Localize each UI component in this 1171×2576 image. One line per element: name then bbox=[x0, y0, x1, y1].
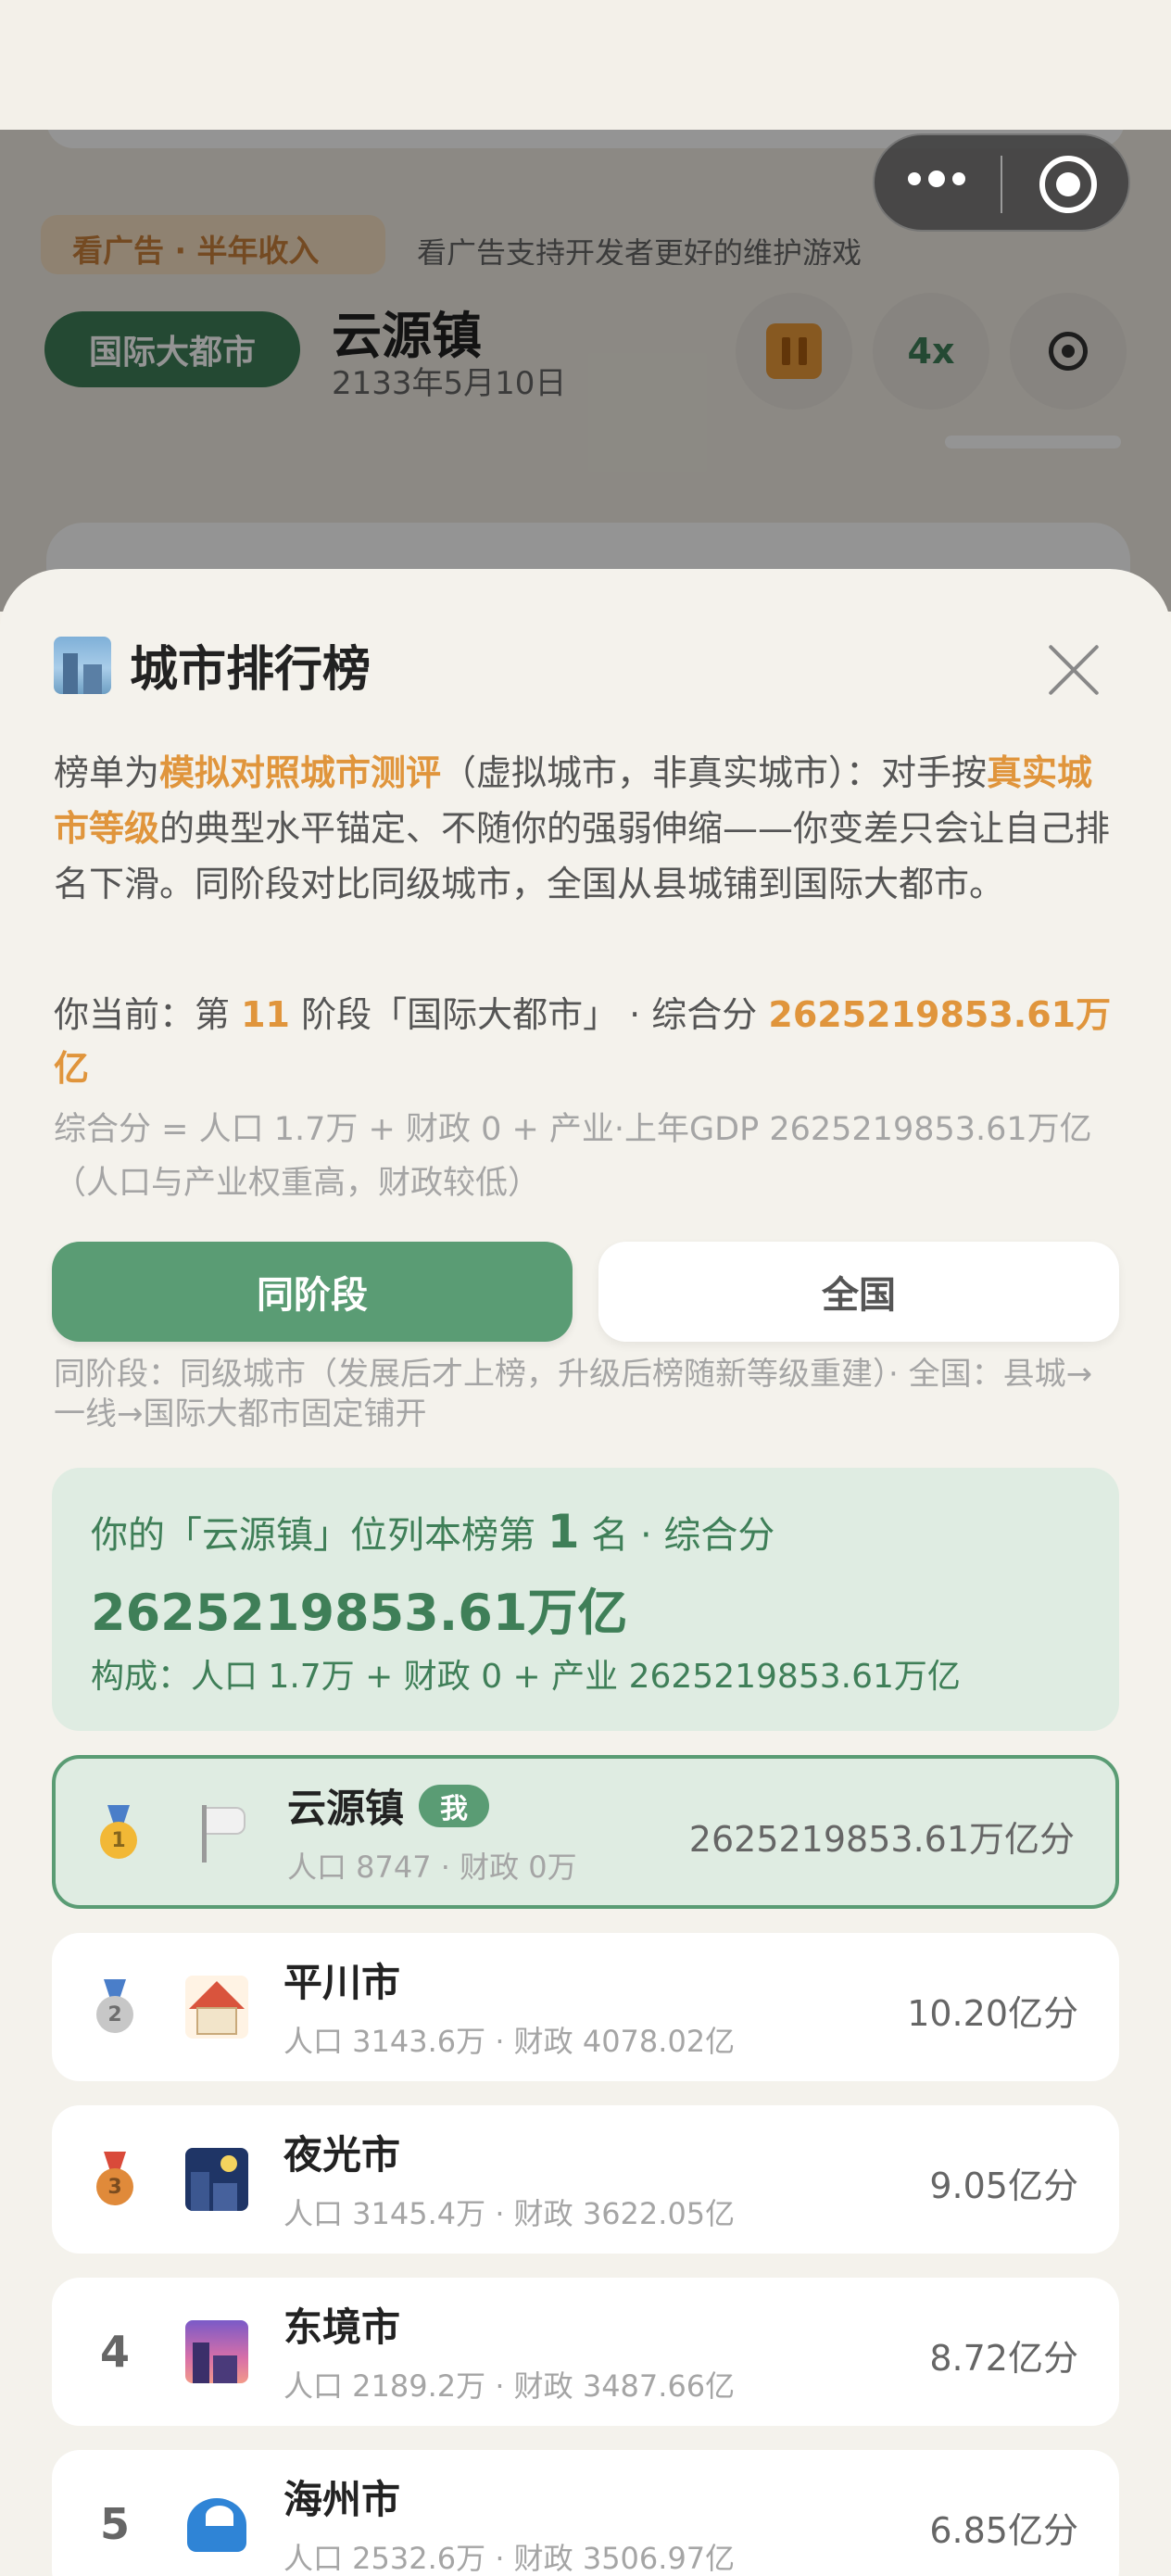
house-icon bbox=[185, 1976, 248, 2039]
city-score: 8.72亿分 bbox=[929, 2338, 1078, 2379]
rank-number: 5 bbox=[99, 2499, 130, 2549]
white-flag-icon bbox=[189, 1801, 252, 1864]
city-score: 2625219853.61万亿分 bbox=[688, 1819, 1075, 1860]
summary-prefix: 你的「云源镇」位列本榜第 bbox=[91, 1514, 548, 1557]
city-score: 9.05亿分 bbox=[929, 2166, 1078, 2206]
ranking-intro: 榜单为模拟对照城市测评（虚拟城市，非真实城市）：对手按真实城市等级的典型水平锚定… bbox=[54, 745, 1119, 912]
city-name: 云源镇我 bbox=[287, 1777, 490, 1834]
status-bar-area bbox=[0, 0, 1171, 130]
wave-icon bbox=[185, 2493, 248, 2556]
city-stats: 人口 3145.4万 · 财政 3622.05亿 bbox=[283, 2196, 736, 2231]
tab-hint: 同阶段：同级城市（发展后才上榜，升级后榜随新等级重建）· 全国：县城→一线→国际… bbox=[54, 1356, 1093, 1433]
formula-note: （人口与产业权重高，财政较低） bbox=[54, 1165, 541, 1202]
miniprogram-capsule bbox=[873, 133, 1130, 232]
dusk-city-icon bbox=[185, 2320, 248, 2383]
target-circle-icon[interactable] bbox=[1039, 156, 1097, 213]
city-name: 海州市 bbox=[283, 2477, 401, 2522]
score-formula: 综合分 = 人口 1.7万 + 财政 0 + 产业·上年GDP 26252198… bbox=[54, 1103, 1119, 1210]
city-name: 夜光市 bbox=[283, 2132, 401, 2178]
rank-summary-card: 你的「云源镇」位列本榜第 1 名 · 综合分 2625219853.61万亿 构… bbox=[52, 1468, 1119, 1731]
cityscape-icon bbox=[54, 636, 111, 694]
intro-text: 榜单为 bbox=[54, 752, 160, 793]
capsule-divider bbox=[1001, 156, 1002, 213]
rank-number: 4 bbox=[99, 2327, 130, 2377]
tab-nationwide[interactable]: 全国 bbox=[598, 1242, 1119, 1342]
night-city-icon bbox=[185, 2148, 248, 2211]
intro-text: （虚拟城市，非真实城市）：对手按 bbox=[441, 752, 988, 793]
city-stats: 人口 8747 · 财政 0万 bbox=[287, 1850, 577, 1885]
intro-highlight: 模拟对照城市测评 bbox=[159, 752, 442, 793]
more-dots-icon[interactable] bbox=[908, 170, 965, 187]
bronze-medal-icon: 3 bbox=[94, 2152, 135, 2207]
ranking-row[interactable]: 2 平川市 人口 3143.6万 · 财政 4078.02亿 10.20亿分 bbox=[52, 1933, 1119, 2081]
city-stats: 人口 2189.2万 · 财政 3487.66亿 bbox=[283, 2368, 736, 2404]
close-icon[interactable] bbox=[1047, 643, 1101, 697]
ranking-row[interactable]: 4 东境市 人口 2189.2万 · 财政 3487.66亿 8.72亿分 bbox=[52, 2278, 1119, 2426]
intro-text: 的典型水平锚定、不随你的强弱伸缩——你变差只会让自己排名下滑。同阶段对比同级城市… bbox=[54, 808, 1111, 904]
summary-rank: 1 bbox=[547, 1505, 580, 1559]
gold-medal-icon: 1 bbox=[98, 1805, 139, 1861]
current-mid: 阶段「国际大都市」 · 综合分 bbox=[289, 994, 769, 1035]
city-name: 平川市 bbox=[283, 1960, 401, 2005]
sheet-title: 城市排行榜 bbox=[130, 642, 371, 698]
city-name: 东境市 bbox=[283, 2305, 401, 2350]
summary-composition: 构成：人口 1.7万 + 财政 0 + 产业 2625219853.61万亿 bbox=[91, 1658, 961, 1696]
ranking-row-me[interactable]: 1 云源镇我 人口 8747 · 财政 0万 2625219853.61万亿分 bbox=[52, 1755, 1119, 1909]
ranking-list: 1 云源镇我 人口 8747 · 财政 0万 2625219853.61万亿分 … bbox=[52, 1755, 1119, 2576]
tab-same-stage[interactable]: 同阶段 bbox=[52, 1242, 573, 1342]
city-stats: 人口 2532.6万 · 财政 3506.97亿 bbox=[283, 2541, 736, 2576]
ranking-sheet: 城市排行榜 榜单为模拟对照城市测评（虚拟城市，非真实城市）：对手按真实城市等级的… bbox=[0, 569, 1171, 2576]
rank-cell: 1 bbox=[82, 1796, 156, 1870]
ranking-row[interactable]: 3 夜光市 人口 3145.4万 · 财政 3622.05亿 9.05亿分 bbox=[52, 2105, 1119, 2254]
city-score: 6.85亿分 bbox=[929, 2510, 1078, 2551]
sheet-header: 城市排行榜 bbox=[54, 630, 371, 700]
current-stage-line: 你当前：第 11 阶段「国际大都市」 · 综合分 2625219853.61万亿 bbox=[54, 988, 1119, 1095]
ranking-row[interactable]: 5 海州市 人口 2532.6万 · 财政 3506.97亿 6.85亿分 bbox=[52, 2450, 1119, 2576]
city-score: 10.20亿分 bbox=[907, 1993, 1078, 2034]
silver-medal-icon: 2 bbox=[94, 1979, 135, 2035]
summary-rank-line: 你的「云源镇」位列本榜第 1 名 · 综合分 bbox=[91, 1505, 774, 1559]
summary-score: 2625219853.61万亿 bbox=[91, 1584, 628, 1642]
summary-suffix: 名 · 综合分 bbox=[579, 1514, 775, 1557]
current-prefix: 你当前：第 bbox=[54, 994, 242, 1035]
me-badge: 我 bbox=[419, 1784, 490, 1827]
city-name-text: 云源镇 bbox=[287, 1786, 405, 1831]
city-stats: 人口 3143.6万 · 财政 4078.02亿 bbox=[283, 2024, 736, 2059]
current-stage-number: 11 bbox=[241, 994, 290, 1035]
rank-cell: 2 bbox=[78, 1970, 152, 2044]
rank-cell: 3 bbox=[78, 2142, 152, 2216]
formula-line: 综合分 = 人口 1.7万 + 财政 0 + 产业·上年GDP 26252198… bbox=[54, 1111, 1092, 1148]
